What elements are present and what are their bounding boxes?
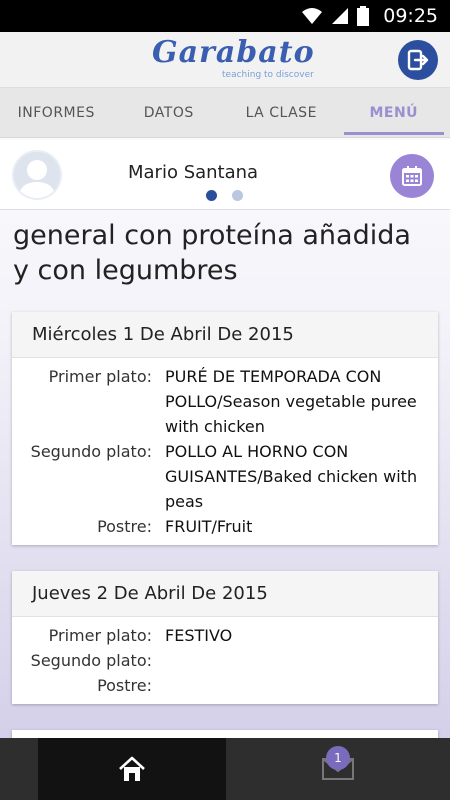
user-silhouette-icon xyxy=(14,152,60,198)
menu-row: Segundo plato: POLLO AL HORNO CON GUISAN… xyxy=(12,439,426,514)
day-date: Miércoles 1 De Abril De 2015 xyxy=(12,312,438,358)
student-name: Mario Santana xyxy=(128,162,259,183)
logo-text: Garabato xyxy=(152,35,315,70)
tab-datos[interactable]: DATOS xyxy=(113,88,226,137)
battery-icon xyxy=(357,6,370,26)
calendar-button[interactable] xyxy=(390,154,434,198)
menu-row-label: Postre: xyxy=(97,517,152,536)
menu-row: Postre: xyxy=(12,673,426,698)
home-tab-button[interactable] xyxy=(38,738,226,800)
menu-row-value xyxy=(165,673,426,698)
day-card: Miércoles 1 De Abril De 2015 Primer plat… xyxy=(12,312,438,545)
day-menu-list: Primer plato: PURÉ DE TEMPORADA CON POLL… xyxy=(12,358,438,545)
menu-row: Segundo plato: xyxy=(12,648,426,673)
wifi-icon xyxy=(302,8,323,24)
tab-la-clase[interactable]: LA CLASE xyxy=(225,88,338,137)
calendar-icon xyxy=(402,166,422,186)
menu-row-label: Segundo plato: xyxy=(30,651,152,670)
logo-tagline: teaching to discover xyxy=(222,70,314,80)
avatar xyxy=(12,150,62,200)
menu-row-value: POLLO AL HORNO CON GUISANTES/Baked chick… xyxy=(165,442,418,511)
day-card: Jueves 2 De Abril De 2015 Primer plato: … xyxy=(12,571,438,704)
status-bar: 09:25 xyxy=(0,0,450,32)
day-menu-list: Primer plato: FESTIVO Segundo plato: Pos… xyxy=(12,617,438,704)
logout-icon xyxy=(407,49,429,71)
student-profile-bar[interactable]: Mario Santana xyxy=(0,140,450,210)
menu-row: Primer plato: PURÉ DE TEMPORADA CON POLL… xyxy=(12,364,426,439)
tab-bar: INFORMES DATOS LA CLASE MENÚ xyxy=(0,88,450,138)
logout-button[interactable] xyxy=(398,40,438,80)
page-dot[interactable] xyxy=(232,190,243,201)
app-header: Garabato teaching to discover xyxy=(0,32,450,88)
app-logo: Garabato teaching to discover xyxy=(152,35,315,82)
menu-title: general con proteína añadida y con legum… xyxy=(13,220,411,286)
menu-row-label: Postre: xyxy=(97,676,152,695)
signal-icon xyxy=(332,8,349,24)
tab-menu[interactable]: MENÚ xyxy=(338,88,450,137)
unread-badge: 1 xyxy=(326,746,350,770)
tab-informes[interactable]: INFORMES xyxy=(0,88,113,137)
menu-row-value: FRUIT/Fruit xyxy=(165,517,253,536)
menu-row-value xyxy=(165,648,426,673)
menu-row-value: FESTIVO xyxy=(165,626,233,645)
menu-row-value: PURÉ DE TEMPORADA CON POLLO/Season veget… xyxy=(165,367,417,436)
status-time: 09:25 xyxy=(383,5,438,27)
messages-tab-button[interactable]: 1 xyxy=(226,738,450,800)
menu-row-label: Primer plato: xyxy=(48,626,152,645)
menu-row: Postre: FRUIT/Fruit xyxy=(12,514,426,539)
day-date: Jueves 2 De Abril De 2015 xyxy=(12,571,438,617)
home-icon xyxy=(119,756,145,781)
page-dot-active[interactable] xyxy=(206,190,217,201)
menu-row-label: Segundo plato: xyxy=(30,442,152,461)
menu-row: Primer plato: FESTIVO xyxy=(12,623,426,648)
menu-row-label: Primer plato: xyxy=(48,367,152,386)
bottom-navigation: 1 xyxy=(0,738,450,800)
